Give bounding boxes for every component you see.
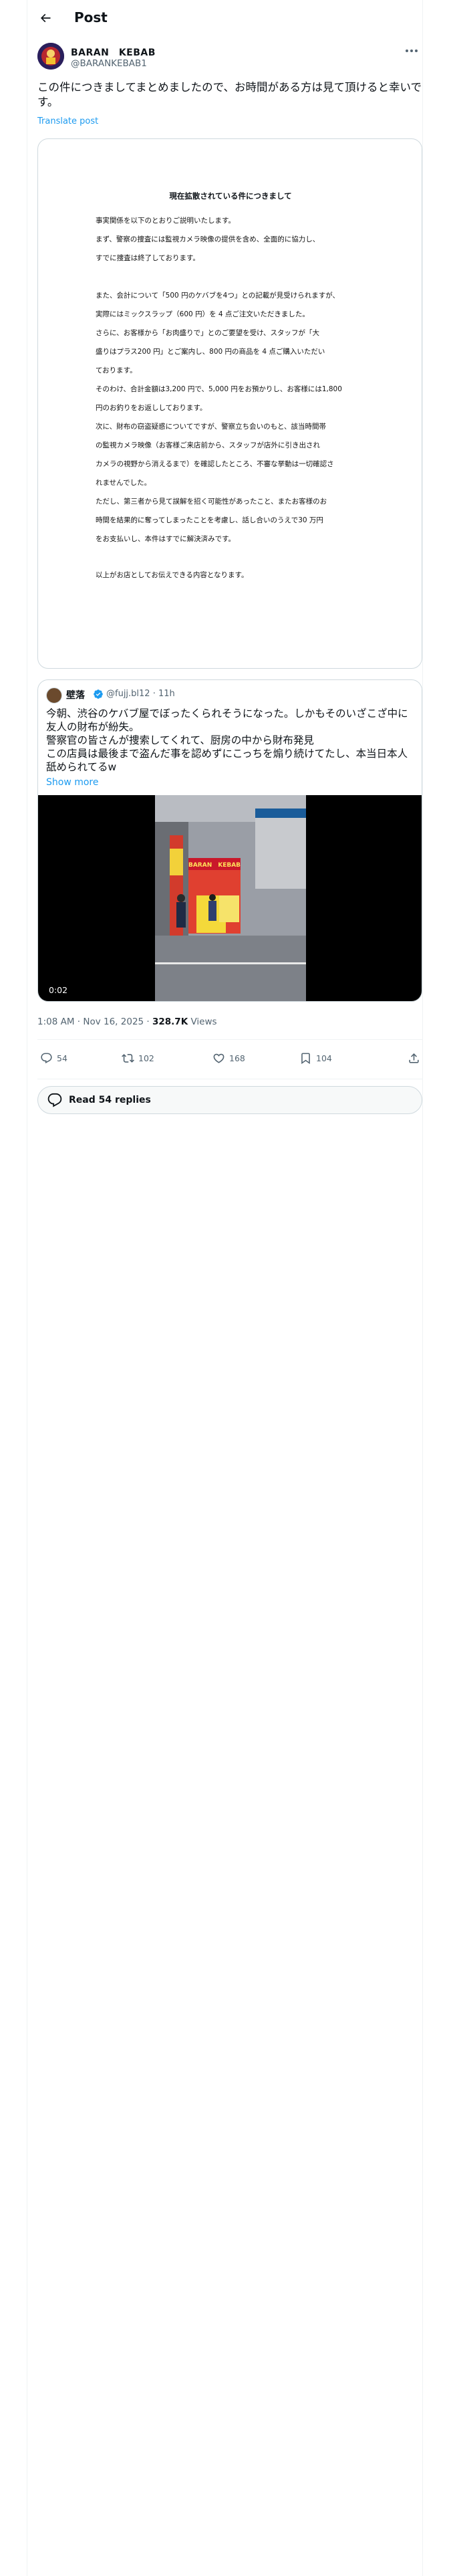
like-button[interactable]: 168 [212, 1052, 245, 1065]
document-line: 事実関係を以下のとおりご説明いたします。 [96, 217, 235, 225]
document-line: 時間を結果的に奪ってしまったことを考慮し、話し合いのうえで30 万円 [96, 516, 323, 524]
views-label: Views [188, 1016, 217, 1027]
more-icon [406, 49, 418, 52]
back-button[interactable] [34, 7, 57, 29]
views-count: 328.7K [152, 1016, 188, 1027]
back-arrow-icon [40, 13, 51, 23]
video-shop-sign: BARAN KEBAB [188, 862, 241, 869]
document-line: をお支払いし、本件はすでに解決済みです。 [96, 535, 236, 543]
more-button[interactable] [404, 44, 420, 58]
show-more-link[interactable]: Show more [46, 777, 99, 788]
document-line: 盛りはプラス200 円」とご案内し、800 円の商品を 4 点ご購入いただい [96, 348, 325, 356]
quoted-post[interactable]: 壁落 @fujj.bl12 · 11h 今朝、渋谷のケバブ屋でぼったくられそうに… [37, 679, 422, 1002]
author-name[interactable]: BARAN KEBAB [71, 45, 156, 59]
repost-icon [122, 1054, 134, 1063]
bookmark-icon [301, 1053, 310, 1065]
post-text: この件につきましてまとめましたので、お時間がある方は見て頂けると幸いです。 [37, 81, 422, 108]
read-replies-button[interactable]: Read 54 replies [37, 1086, 422, 1114]
document-line: れませんでした。 [96, 479, 152, 487]
action-bar: 54 102 168 104 [37, 1040, 422, 1079]
document-line: 実際にはミックスラップ（600 円）を 4 点ご注文いただきました。 [96, 310, 309, 318]
reply-count: 54 [57, 1053, 67, 1063]
replies-bubble-icon [47, 1093, 62, 1107]
document-line: ただし、第三者から見て誤解を招く可能性があったこと、またお客様のお [96, 498, 327, 506]
document-line: すでに捜査は終了しております。 [96, 254, 200, 262]
quoted-author-name: 壁落 [66, 690, 85, 701]
quoted-text-line: 今朝、渋谷のケバブ屋でぼったくられそうになった。しかもそのいざこざ中に友人の財布… [46, 708, 408, 733]
document-line: 以上がお店としてお伝えできる内容となります。 [96, 571, 249, 579]
author-handle[interactable]: @BARANKEBAB1 [71, 58, 147, 69]
bookmark-count: 104 [316, 1053, 332, 1063]
document-line: 円のお釣りをお返ししております。 [96, 404, 207, 412]
document-line: さらに、お客様から「お肉盛りで」とのご要望を受け、スタッフが「大 [96, 329, 320, 337]
quoted-text-line: 警察官の皆さんが捜索してくれて、厨房の中から財布発見 [46, 734, 314, 746]
quoted-avatar [46, 687, 62, 704]
reply-button[interactable]: 54 [40, 1052, 67, 1065]
post-meta: 1:08 AM · Nov 16, 2025 · 328.7K Views [37, 1016, 217, 1027]
read-replies-label: Read 54 replies [69, 1095, 151, 1105]
quoted-text: 今朝、渋谷のケバブ屋でぼったくられそうになった。しかもそのいざこざ中に友人の財布… [46, 707, 415, 774]
document-line: まず、警察の捜査には監視カメラ映像の提供を含め、全面的に協力し、 [96, 235, 320, 243]
like-icon [213, 1053, 224, 1063]
statement-document: 現在拡散されている件につきまして 事実関係を以下のとおりご説明いたします。 まず… [38, 139, 422, 668]
post-image[interactable]: 現在拡散されている件につきまして 事実関係を以下のとおりご説明いたします。 まず… [37, 138, 422, 669]
document-title: 現在拡散されている件につきまして [169, 191, 292, 201]
quoted-text-line: この店員は最後まで盗んだ事を認めずにこっちを煽り続けてたし、本当日本人舐められて… [46, 748, 408, 773]
verified-icon [94, 689, 103, 699]
quoted-handle-time: @fujj.bl12 · 11h [106, 689, 175, 699]
document-line: の監視カメラ映像（お客様ご来店前から、スタッフが店外に引き出され [96, 441, 320, 449]
reply-icon [41, 1053, 52, 1064]
document-line: また、会計について「500 円のケバブを4つ」との記載が見受けられますが、 [96, 292, 340, 300]
translate-post-link[interactable]: Translate post [37, 116, 98, 126]
top-bar: Post [27, 0, 422, 35]
post-timestamp[interactable]: 1:08 AM · Nov 16, 2025 · [37, 1016, 152, 1027]
document-line: そのわけ、合計金額は3,200 円で、5,000 円をお預かりし、お客様には1,… [96, 385, 342, 393]
bookmark-button[interactable]: 104 [299, 1052, 332, 1065]
page-title: Post [74, 9, 108, 25]
share-button[interactable] [408, 1052, 420, 1065]
share-icon [409, 1053, 419, 1063]
document-line: カメラの視野から消えるまで）を確認したところ、不審な挙動は一切確認さ [96, 460, 334, 468]
document-line: ております。 [96, 366, 137, 374]
video-frame: BARAN KEBAB [155, 795, 306, 1001]
right-rail-divider [422, 0, 423, 2576]
repost-button[interactable]: 102 [122, 1052, 154, 1065]
video-player[interactable]: BARAN KEBAB 0:02 [38, 795, 422, 1001]
post-author: BARAN KEBAB @BARANKEBAB1 [37, 43, 422, 74]
video-timestamp: 0:02 [46, 984, 71, 996]
document-line: 次に、財布の窃盗疑惑についてですが、警察立ち会いのもと、該当時間帯 [96, 423, 327, 431]
like-count: 168 [229, 1053, 245, 1063]
repost-count: 102 [138, 1053, 154, 1063]
avatar[interactable] [37, 43, 64, 70]
